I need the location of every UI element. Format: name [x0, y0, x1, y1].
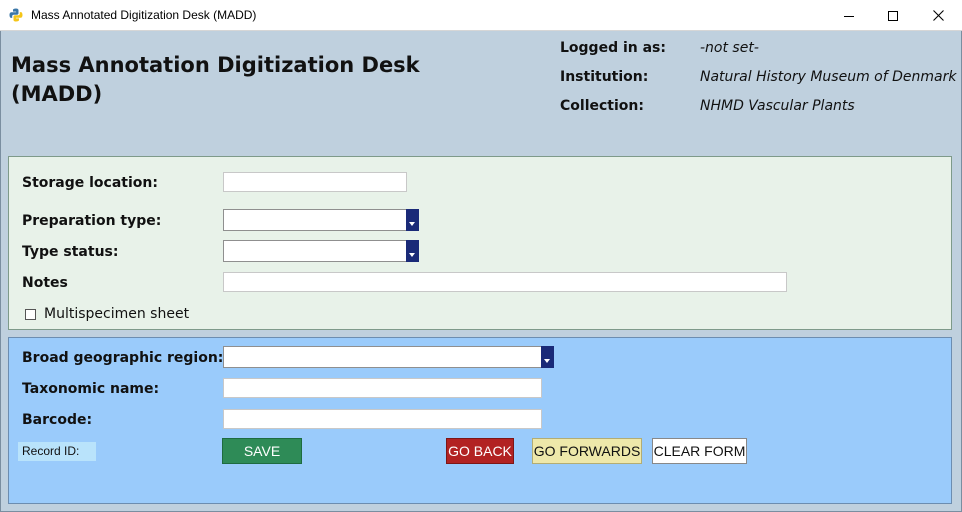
multispecimen-label: Multispecimen sheet	[44, 306, 190, 322]
maximize-button[interactable]	[870, 0, 916, 31]
go-forwards-button[interactable]: GO FORWARDS	[532, 438, 642, 464]
close-button[interactable]	[915, 0, 961, 31]
type-status-label: Type status:	[22, 244, 119, 260]
barcode-label: Barcode:	[22, 412, 93, 428]
chevron-down-icon[interactable]	[406, 240, 419, 262]
window-title: Mass Annotated Digitization Desk (MADD)	[31, 8, 257, 22]
minimize-button[interactable]	[826, 0, 872, 31]
go-back-button[interactable]: GO BACK	[446, 438, 514, 464]
notes-input[interactable]	[223, 272, 787, 292]
logged-in-label: Logged in as:	[560, 40, 666, 56]
barcode-input[interactable]	[223, 409, 542, 429]
minimize-icon	[844, 15, 854, 17]
python-icon	[9, 8, 23, 22]
multispecimen-checkbox[interactable]	[25, 309, 36, 320]
window-titlebar: Mass Annotated Digitization Desk (MADD)	[0, 0, 962, 31]
chevron-down-icon[interactable]	[541, 346, 554, 368]
institution-label: Institution:	[560, 69, 649, 85]
preparation-type-dropdown[interactable]	[223, 209, 419, 231]
notes-label: Notes	[22, 275, 68, 291]
geographic-region-dropdown[interactable]	[223, 346, 554, 368]
collection-value: NHMD Vascular Plants	[700, 98, 855, 114]
collection-label: Collection:	[560, 98, 644, 114]
record-id-label: Record ID:	[18, 442, 96, 461]
close-icon	[932, 10, 944, 21]
storage-location-input[interactable]	[223, 172, 407, 192]
chevron-down-icon[interactable]	[406, 209, 419, 231]
storage-location-label: Storage location:	[22, 175, 158, 191]
clear-form-button[interactable]: CLEAR FORM	[652, 438, 747, 464]
type-status-dropdown[interactable]	[223, 240, 419, 262]
logged-in-value: -not set-	[700, 40, 759, 56]
taxonomic-name-label: Taxonomic name:	[22, 381, 160, 397]
preparation-type-label: Preparation type:	[22, 213, 162, 229]
institution-value: Natural History Museum of Denmark	[700, 69, 957, 85]
save-button[interactable]: SAVE	[222, 438, 302, 464]
maximize-icon	[888, 10, 898, 21]
page-title: Mass Annotation Digitization Desk (MADD)	[11, 53, 420, 106]
geographic-region-label: Broad geographic region:	[22, 350, 224, 366]
taxonomic-name-input[interactable]	[223, 378, 542, 398]
